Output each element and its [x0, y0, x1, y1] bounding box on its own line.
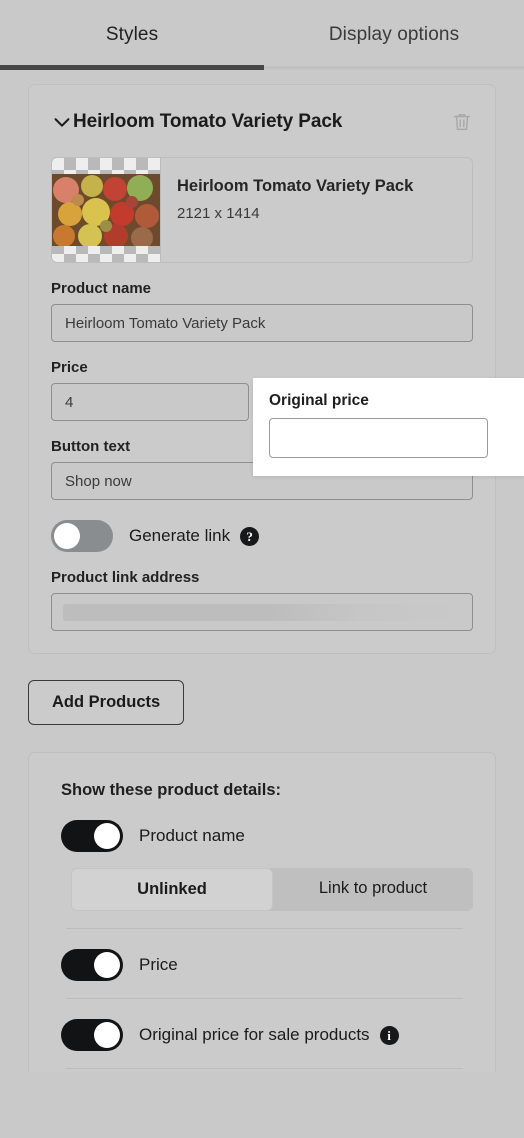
- field-product-name: Product name: [51, 280, 473, 342]
- product-thumbnail: [52, 158, 161, 262]
- divider: [66, 928, 463, 929]
- product-name-label: Product name: [51, 280, 152, 297]
- generate-link-toggle[interactable]: [51, 520, 113, 552]
- detail-row-original-price: Original price for sale products i: [61, 1019, 463, 1051]
- original-price-popover: Original price: [253, 378, 524, 476]
- divider: [66, 1068, 463, 1069]
- generate-link-label: Generate link: [129, 526, 231, 545]
- tab-bar: Styles Display options: [0, 0, 524, 70]
- toggle-knob: [94, 952, 120, 978]
- tab-underline-active: [0, 65, 264, 70]
- generate-link-row: Generate link ?: [51, 520, 473, 552]
- field-product-link: Product link address: [51, 569, 473, 631]
- product-link-label: Product link address: [51, 569, 200, 586]
- toggle-knob: [94, 823, 120, 849]
- product-card-header: Heirloom Tomato Variety Pack: [51, 101, 473, 143]
- product-details-panel: Show these product details: Product name…: [28, 752, 496, 1072]
- info-icon[interactable]: i: [379, 1025, 399, 1045]
- original-price-input[interactable]: [269, 418, 488, 458]
- divider: [66, 998, 463, 999]
- tab-styles[interactable]: Styles: [0, 24, 264, 46]
- media-name: Heirloom Tomato Variety Pack: [177, 177, 414, 195]
- chevron-down-icon[interactable]: [51, 111, 73, 133]
- media-meta: Heirloom Tomato Variety Pack 2121 x 1414: [161, 158, 413, 262]
- segment-link-to-product[interactable]: Link to product: [273, 868, 473, 911]
- product-card-title: Heirloom Tomato Variety Pack: [73, 111, 343, 132]
- detail-label-original-price: Original price for sale products: [139, 1025, 370, 1044]
- media-dimensions: 2121 x 1414: [177, 205, 260, 222]
- product-name-input[interactable]: [51, 304, 473, 342]
- tomato-photo: [52, 174, 160, 246]
- detail-label-product-name: Product name: [139, 826, 245, 845]
- trash-icon[interactable]: [451, 110, 473, 134]
- price-input[interactable]: [51, 383, 249, 421]
- toggle-knob: [54, 523, 80, 549]
- original-price-label: Original price: [269, 392, 369, 409]
- tab-underline-inactive: [264, 67, 524, 68]
- product-link-input: [51, 593, 473, 631]
- toggle-original-price[interactable]: [61, 1019, 123, 1051]
- detail-row-product-name: Product name: [61, 820, 463, 852]
- loading-skeleton-bar: [63, 603, 461, 621]
- question-mark-icon[interactable]: ?: [240, 526, 260, 546]
- detail-row-price: Price: [61, 949, 463, 981]
- price-label: Price: [51, 359, 88, 376]
- add-products-button[interactable]: Add Products: [28, 680, 185, 725]
- link-mode-segmented-control: Unlinked Link to product: [71, 868, 473, 911]
- detail-label-price: Price: [139, 955, 178, 974]
- media-row[interactable]: Heirloom Tomato Variety Pack 2121 x 1414: [51, 157, 473, 263]
- tab-display-options[interactable]: Display options: [264, 24, 524, 46]
- segment-unlinked[interactable]: Unlinked: [71, 868, 273, 911]
- details-panel-title: Show these product details:: [61, 781, 282, 799]
- toggle-price[interactable]: [61, 949, 123, 981]
- toggle-knob: [94, 1022, 120, 1048]
- toggle-product-name[interactable]: [61, 820, 123, 852]
- product-card: Heirloom Tomato Variety Pack Heirloom To…: [28, 84, 496, 654]
